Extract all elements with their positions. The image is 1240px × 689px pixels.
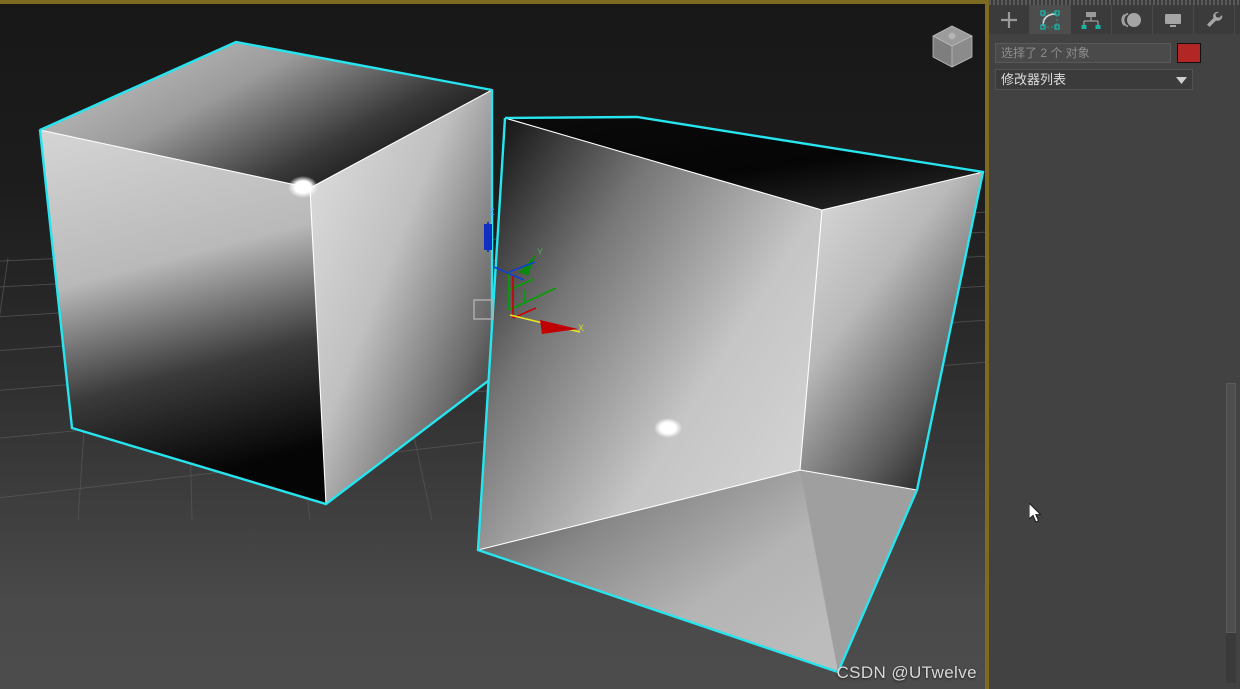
modifier-list-dropdown[interactable]: 修改器列表 <box>995 69 1193 90</box>
object-name-row: 选择了 2 个 对象 <box>995 43 1234 63</box>
tab-create[interactable] <box>989 5 1030 34</box>
command-panel: 选择了 2 个 对象 修改器列表 编辑多边形编辑网格切片切角倒角平滑编辑法线加权… <box>989 0 1240 689</box>
tab-motion[interactable] <box>1112 5 1153 34</box>
tab-display[interactable] <box>1153 5 1194 34</box>
display-icon <box>1165 13 1181 27</box>
motion-icon <box>1121 12 1141 27</box>
svg-text:X: X <box>578 323 584 333</box>
object-color-swatch[interactable] <box>1177 43 1201 63</box>
hierarchy-icon <box>1081 11 1101 29</box>
command-panel-tabs <box>989 5 1240 34</box>
chevron-down-icon <box>1176 70 1187 89</box>
svg-text:Y: Y <box>537 247 543 257</box>
viewport-objects[interactable]: X Y Z <box>0 0 989 689</box>
watermark: CSDN @UTwelve <box>836 663 977 682</box>
tab-hierarchy[interactable] <box>1071 5 1112 34</box>
panel-scrollbar[interactable] <box>1226 383 1236 683</box>
box-left <box>38 40 494 506</box>
viewport-perspective[interactable]: X Y Z CSDN @UTwelve <box>0 0 989 689</box>
view-cube-icon[interactable] <box>925 20 980 75</box>
wrench-icon <box>1207 11 1223 27</box>
box-right <box>476 115 985 674</box>
tab-modify[interactable] <box>1030 5 1071 34</box>
object-name-field[interactable]: 选择了 2 个 对象 <box>995 43 1171 63</box>
modify-icon <box>1040 9 1060 30</box>
modifier-list-label: 修改器列表 <box>1001 72 1067 87</box>
panel-scrollbar-thumb[interactable] <box>1226 383 1236 633</box>
app-root: X Y Z CSDN @UTwelve 选择了 2 个 对象 修改器列表 <box>0 0 1240 689</box>
viewport-active-border-top <box>0 0 989 4</box>
plus-icon <box>1001 11 1017 28</box>
tab-utilities[interactable] <box>1194 5 1235 34</box>
svg-text:Z: Z <box>489 207 495 217</box>
